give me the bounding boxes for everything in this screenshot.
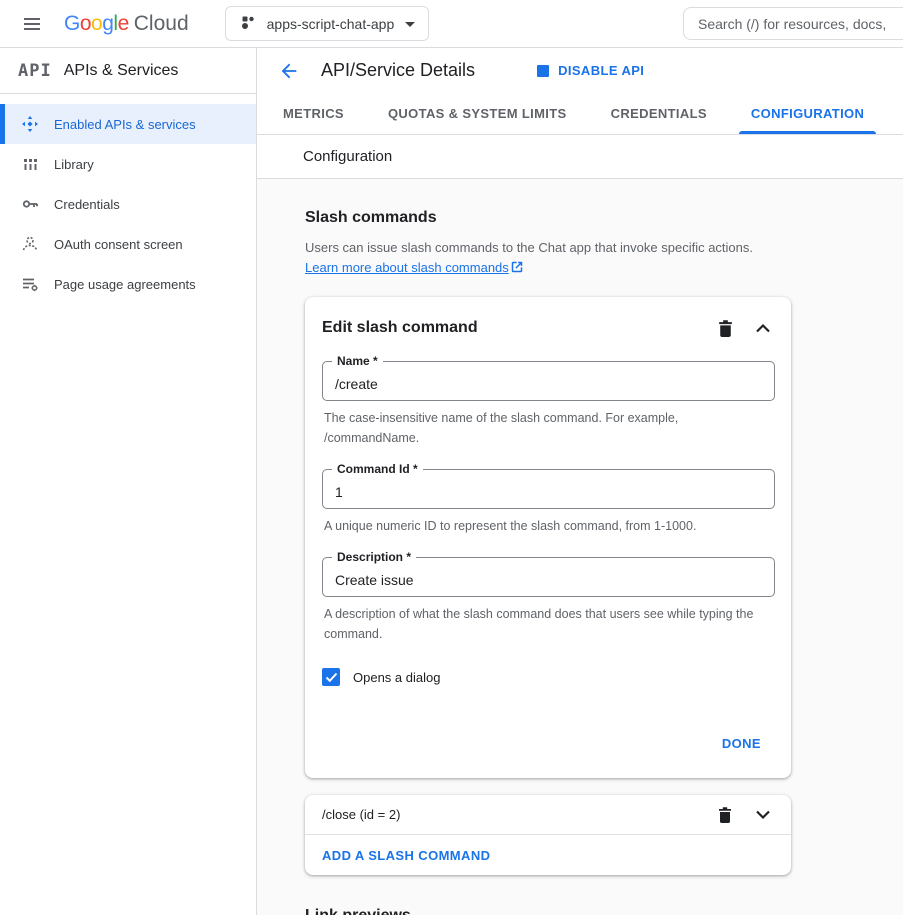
hamburger-menu-icon[interactable] [22,14,42,34]
tab-quotas[interactable]: QUOTAS & SYSTEM LIMITS [366,93,589,134]
tab-configuration[interactable]: CONFIGURATION [729,93,886,134]
search-input[interactable] [683,7,903,40]
sidebar-item-label: Page usage agreements [54,277,196,292]
sidebar-header: API APIs & Services [0,48,256,94]
edit-card-header: Edit slash command [322,316,775,340]
command-id-field-group: Command Id * A unique numeric ID to repr… [322,469,775,536]
edit-card-actions: DONE [322,730,775,757]
description-helper-text: A description of what the slash command … [324,605,774,644]
slash-commands-description: Users can issue slash commands to the Ch… [305,238,791,279]
tab-credentials[interactable]: CREDENTIALS [589,93,729,134]
configuration-section-bar: Configuration [257,135,903,179]
sidebar-item-library[interactable]: Library [0,144,256,184]
project-name: apps-script-chat-app [267,16,395,32]
sidebar-product-title: APIs & Services [64,62,179,80]
opens-dialog-row: Opens a dialog [322,668,775,686]
sidebar-item-enabled-apis[interactable]: Enabled APIs & services [0,104,256,144]
external-link-icon [511,259,523,279]
description-field-label: Description * [332,550,416,564]
name-field-group: Name * The case-insensitive name of the … [322,361,775,448]
tab-bar: METRICS QUOTAS & SYSTEM LIMITS CREDENTIA… [257,93,903,135]
collapsed-command-title: /close (id = 2) [322,807,713,822]
disable-api-button[interactable]: DISABLE API [537,63,644,78]
sidebar-item-page-usage-agreements[interactable]: Page usage agreements [0,264,256,304]
command-id-field: Command Id * [322,469,775,509]
main-area: API/Service Details DISABLE API METRICS … [257,48,903,915]
link-previews-section: Link previews Specify URL patterns that … [305,907,903,915]
name-field: Name * [322,361,775,401]
collapse-chevron-up-icon[interactable] [751,316,775,340]
sidebar-nav: Enabled APIs & services Library [0,94,256,304]
sidebar-item-label: Library [54,157,94,172]
delete-command-button[interactable] [713,316,737,340]
command-id-helper-text: A unique numeric ID to represent the sla… [324,517,774,536]
edit-slash-command-card: Edit slash command Name * The case-insen… [305,297,791,778]
link-previews-heading: Link previews [305,907,903,915]
back-arrow-icon[interactable] [278,60,300,82]
project-icon [240,14,257,34]
sidebar-item-label: Credentials [54,197,120,212]
name-helper-text: The case-insensitive name of the slash c… [324,409,774,448]
oauth-consent-icon [21,235,39,253]
name-field-label: Name * [332,354,383,368]
add-slash-command-button[interactable]: ADD A SLASH COMMAND [322,848,490,863]
opens-dialog-label: Opens a dialog [353,670,440,685]
slash-commands-heading: Slash commands [305,209,903,227]
edit-card-title: Edit slash command [322,319,713,337]
done-button[interactable]: DONE [708,730,775,757]
sidebar-item-credentials[interactable]: Credentials [0,184,256,224]
google-cloud-logo[interactable]: GoogleCloud [64,12,189,36]
api-product-logo: API [18,61,52,81]
collapsed-command-row: /close (id = 2) [305,795,791,835]
stop-square-icon [537,65,549,77]
page-header: API/Service Details DISABLE API [257,48,903,93]
sidebar-item-oauth-consent[interactable]: OAuth consent screen [0,224,256,264]
project-dropdown-caret-icon [404,16,416,32]
delete-command-button[interactable] [713,803,737,827]
description-field-group: Description * A description of what the … [322,557,775,644]
library-icon [21,155,39,173]
name-input[interactable] [323,362,774,400]
agreements-icon [21,275,39,293]
expand-chevron-down-icon[interactable] [751,803,775,827]
configuration-content: Slash commands Users can issue slash com… [257,179,903,915]
sidebar-item-label: Enabled APIs & services [54,117,196,132]
top-bar: GoogleCloud apps-script-chat-app [0,0,903,48]
collapsed-slash-command-card: /close (id = 2) ADD A SLASH COMMAND [305,795,791,875]
learn-more-slash-commands-link[interactable]: Learn more about slash commands [305,260,523,275]
enabled-apis-icon [21,115,39,133]
tab-metrics[interactable]: METRICS [261,93,366,134]
sidebar-item-label: OAuth consent screen [54,237,183,252]
command-id-field-label: Command Id * [332,462,423,476]
add-slash-command-row: ADD A SLASH COMMAND [305,835,791,875]
opens-dialog-checkbox[interactable] [322,668,340,686]
project-selector[interactable]: apps-script-chat-app [225,6,430,41]
key-icon [21,195,39,213]
description-field: Description * [322,557,775,597]
page-title: API/Service Details [321,60,475,81]
sidebar: API APIs & Services Enabled APIs & servi… [0,48,257,915]
